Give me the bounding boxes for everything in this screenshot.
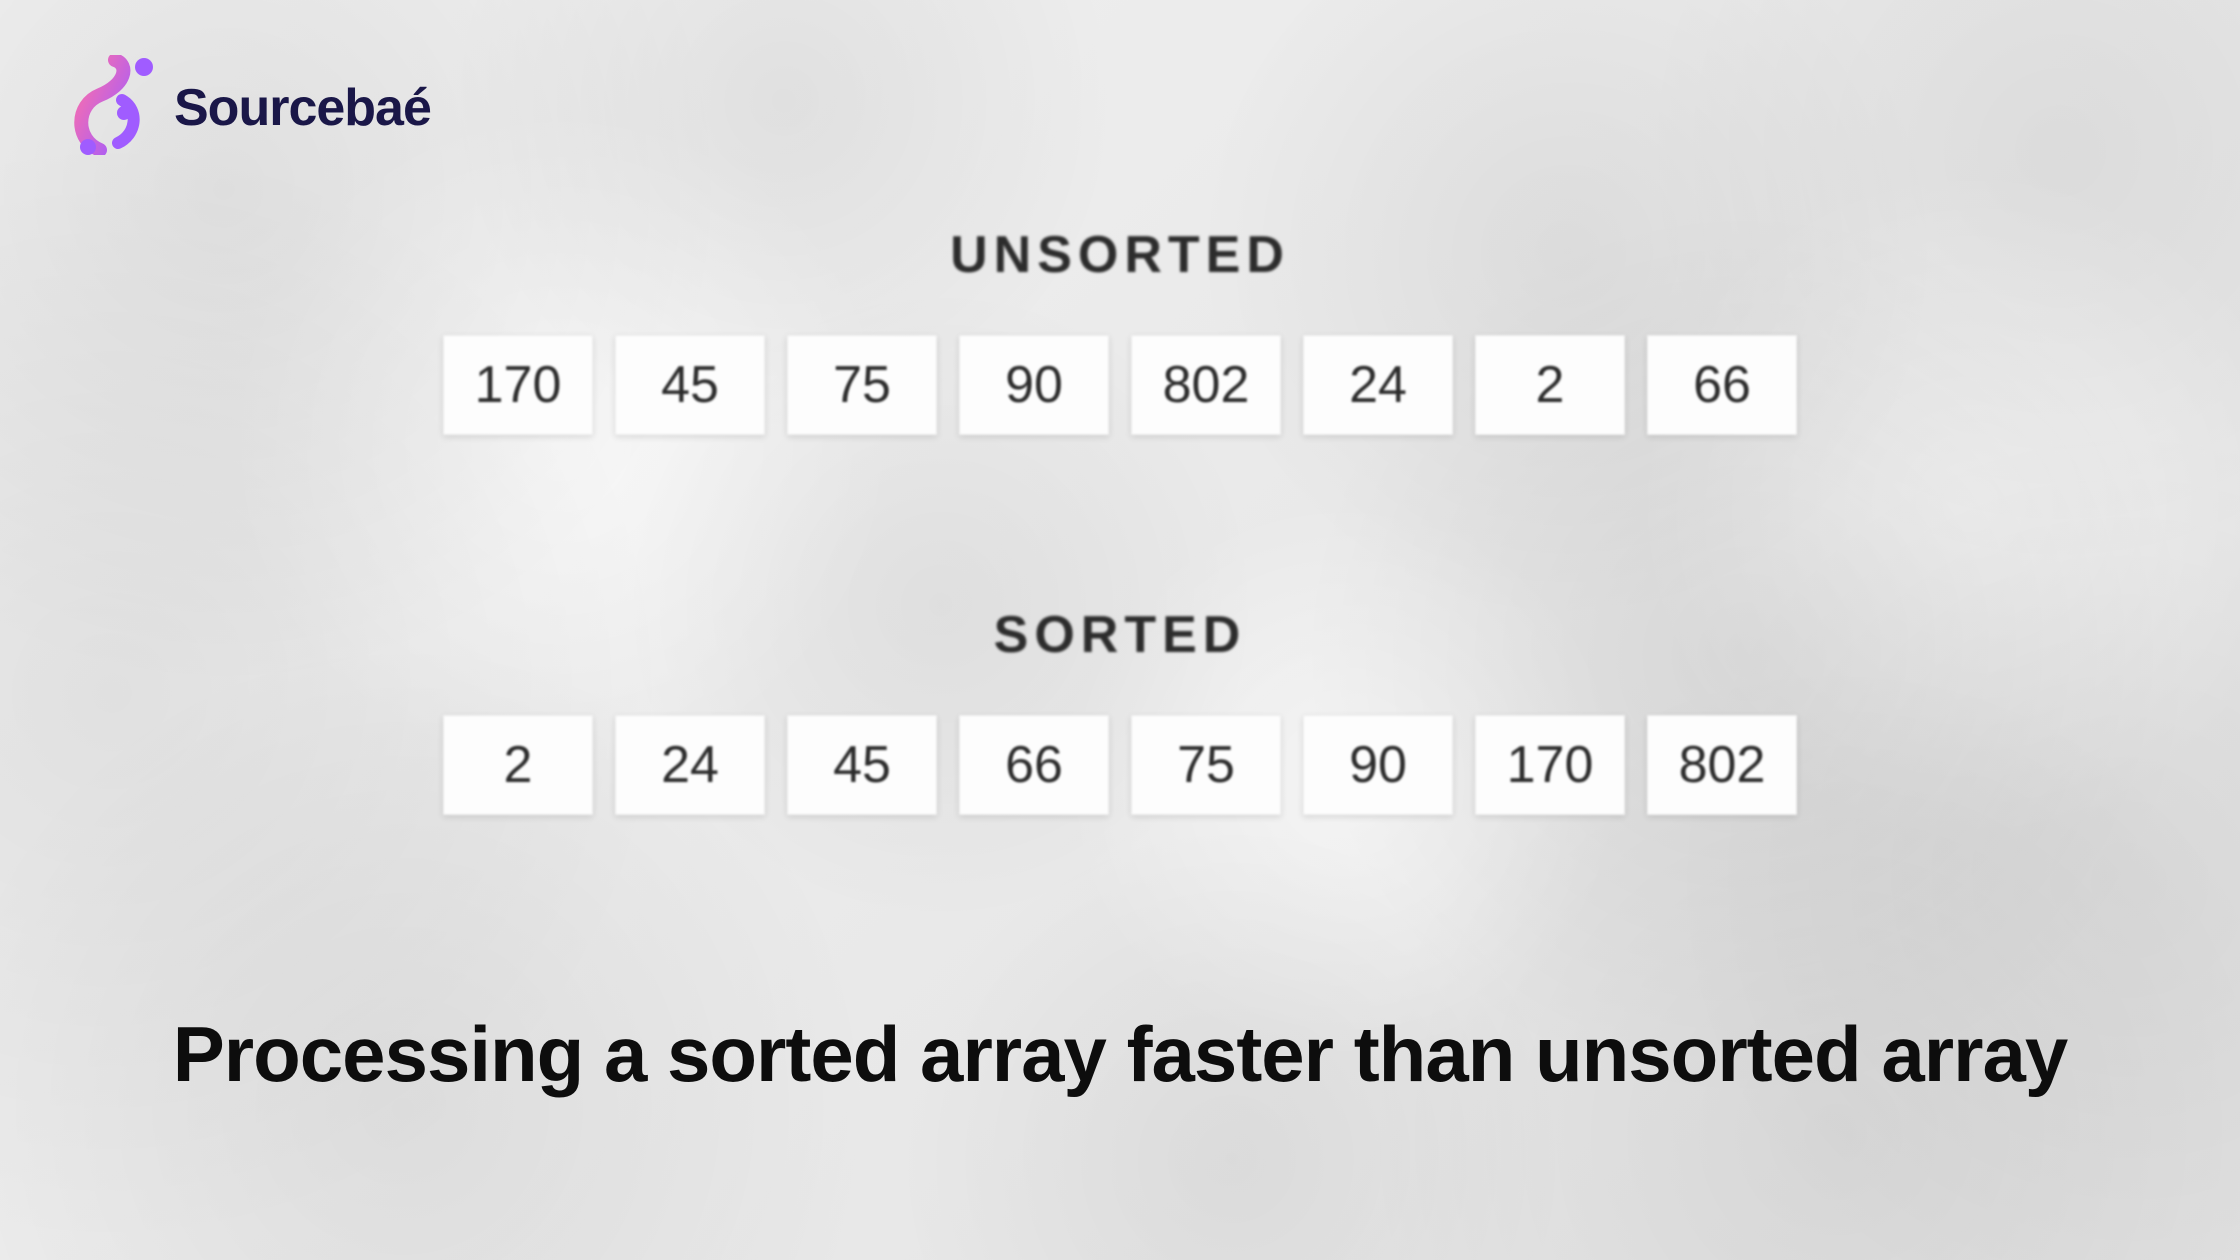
sorted-cell: 24 — [615, 715, 765, 815]
unsorted-label: UNSORTED — [950, 225, 1290, 285]
unsorted-array-row: 170 45 75 90 802 24 2 66 — [443, 335, 1797, 435]
sorted-cell: 2 — [443, 715, 593, 815]
sorted-cell: 75 — [1131, 715, 1281, 815]
unsorted-cell: 2 — [1475, 335, 1625, 435]
unsorted-cell: 90 — [959, 335, 1109, 435]
sorted-cell: 170 — [1475, 715, 1625, 815]
unsorted-cell: 170 — [443, 335, 593, 435]
unsorted-cell: 66 — [1647, 335, 1797, 435]
caption-text: Processing a sorted array faster than un… — [0, 1009, 2240, 1100]
sorted-cell: 66 — [959, 715, 1109, 815]
sorted-cell: 45 — [787, 715, 937, 815]
sorted-array-row: 2 24 45 66 75 90 170 802 — [443, 715, 1797, 815]
sorted-cell: 802 — [1647, 715, 1797, 815]
unsorted-cell: 24 — [1303, 335, 1453, 435]
unsorted-cell: 75 — [787, 335, 937, 435]
unsorted-cell: 45 — [615, 335, 765, 435]
sorted-cell: 90 — [1303, 715, 1453, 815]
sorted-label: SORTED — [994, 605, 1247, 665]
unsorted-cell: 802 — [1131, 335, 1281, 435]
